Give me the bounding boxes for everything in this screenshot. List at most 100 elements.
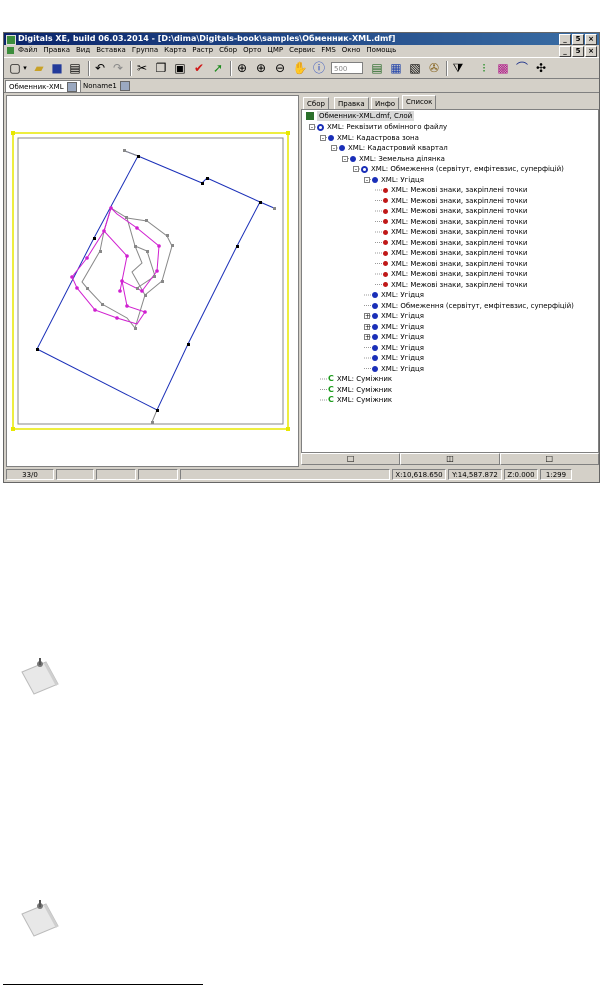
- cut-icon[interactable]: ✂: [134, 61, 150, 76]
- info-icon[interactable]: ⓘ: [311, 61, 327, 76]
- panel-button-middle[interactable]: ◫: [400, 453, 500, 465]
- close-button[interactable]: ×: [585, 34, 597, 45]
- undo-icon[interactable]: ↶: [92, 61, 108, 76]
- traffic-icon[interactable]: ⁝: [476, 61, 492, 76]
- tab-info[interactable]: Инфо: [371, 97, 400, 109]
- menu-raster[interactable]: Растр: [192, 45, 213, 56]
- tree-item[interactable]: - XML: Земельна ділянка: [342, 154, 445, 164]
- layers-icon[interactable]: ▤: [369, 61, 385, 76]
- raster-icon[interactable]: ▩: [495, 61, 511, 76]
- tree-item[interactable]: XML: Угідця: [372, 290, 424, 300]
- tree-item[interactable]: - XML: Кадастрова зона: [320, 133, 419, 143]
- check-icon[interactable]: ✔: [191, 61, 207, 76]
- add-layer-icon[interactable]: ⊕: [234, 61, 250, 76]
- tree-item[interactable]: - XML: Кадастровий квартал: [331, 143, 448, 153]
- filter-icon[interactable]: ⧩: [450, 61, 466, 76]
- menu-insert[interactable]: Вставка: [96, 45, 126, 56]
- maximize-button[interactable]: 5: [572, 34, 584, 45]
- collapse-icon[interactable]: -: [331, 145, 337, 152]
- tree-item[interactable]: C XML: Суміжник: [328, 385, 392, 395]
- menu-ortho[interactable]: Орто: [243, 45, 261, 56]
- scale-input[interactable]: 500: [331, 62, 363, 74]
- tree-item[interactable]: XML: Межові знаки, закріплені точки: [383, 238, 527, 248]
- tree-item[interactable]: - XML: Обмеження (сервітут, емфітевзис, с…: [353, 164, 564, 174]
- tree-item[interactable]: XML: Межові знаки, закріплені точки: [383, 259, 527, 269]
- properties-icon[interactable]: ▧: [407, 61, 423, 76]
- open-icon[interactable]: ▰: [31, 61, 47, 76]
- tab-close-icon[interactable]: [66, 82, 77, 92]
- snap-icon[interactable]: ✣: [533, 61, 549, 76]
- status-y-value: Y:14,587.872: [452, 471, 498, 479]
- collapse-icon[interactable]: -: [342, 155, 348, 162]
- expand-icon[interactable]: +: [364, 313, 370, 320]
- tree-item-label: XML: Межові знаки, закріплені точки: [391, 196, 528, 205]
- tab-sbor[interactable]: Сбор: [303, 97, 329, 109]
- tree-item[interactable]: XML: Угідця: [372, 353, 424, 363]
- tree-item[interactable]: XML: Межові знаки, закріплені точки: [383, 217, 527, 227]
- menu-group[interactable]: Группа: [132, 45, 158, 56]
- tree-item[interactable]: + XML: Угідця: [364, 332, 424, 342]
- menu-dem[interactable]: ЦМР: [267, 45, 283, 56]
- hand-icon[interactable]: ✋: [292, 61, 308, 76]
- tree-item[interactable]: XML: Межові знаки, закріплені точки: [383, 248, 527, 258]
- menu-file[interactable]: Файл: [18, 45, 37, 56]
- tree-item[interactable]: + XML: Угідця: [364, 311, 424, 321]
- collapse-icon[interactable]: -: [364, 176, 370, 183]
- tools-icon[interactable]: ✇: [426, 61, 442, 76]
- menu-service[interactable]: Сервис: [289, 45, 315, 56]
- save-icon[interactable]: ■: [49, 61, 65, 76]
- menu-map[interactable]: Карта: [164, 45, 186, 56]
- redo-arrow-icon[interactable]: ➚: [210, 61, 226, 76]
- copy-icon[interactable]: ❐: [153, 61, 169, 76]
- doc-close-button[interactable]: ×: [585, 46, 597, 57]
- tree-item[interactable]: XML: Межові знаки, закріплені точки: [383, 227, 527, 237]
- collapse-icon[interactable]: -: [309, 124, 315, 131]
- tree-item[interactable]: XML: Межові знаки, закріплені точки: [383, 206, 527, 216]
- object-tree[interactable]: Обменник-XML.dmf, Слой - XML: Реквізити о…: [301, 109, 599, 453]
- tab-pravka[interactable]: Правка: [334, 97, 369, 109]
- menu-fms[interactable]: FMS: [321, 45, 336, 56]
- tree-item[interactable]: - XML: Угідця: [364, 175, 424, 185]
- tree-item[interactable]: XML: Межові знаки, закріплені точки: [383, 280, 527, 290]
- menu-view[interactable]: Вид: [76, 45, 90, 56]
- tree-item[interactable]: XML: Межові знаки, закріплені точки: [383, 185, 527, 195]
- tab-obmennik-xml[interactable]: Обменник-XML: [5, 80, 81, 92]
- tree-item[interactable]: XML: Межові знаки, закріплені точки: [383, 196, 527, 206]
- expand-icon[interactable]: +: [364, 323, 370, 330]
- doc-minimize-button[interactable]: _: [559, 46, 571, 57]
- tree-item[interactable]: C XML: Суміжник: [328, 395, 392, 405]
- zoom-in-icon[interactable]: ⊕: [253, 61, 269, 76]
- curve-icon[interactable]: ⌒: [514, 61, 530, 76]
- tree-root[interactable]: Обменник-XML.dmf, Слой: [306, 111, 415, 121]
- tree-item[interactable]: C XML: Суміжник: [328, 374, 392, 384]
- zoom-out-icon[interactable]: ⊖: [272, 61, 288, 76]
- collapse-icon[interactable]: -: [353, 166, 359, 173]
- tree-item[interactable]: XML: Угідця: [372, 364, 424, 374]
- paste-icon[interactable]: ▣: [172, 61, 188, 76]
- menu-edit[interactable]: Правка: [43, 45, 70, 56]
- tab-close-icon[interactable]: [119, 81, 130, 91]
- expand-icon[interactable]: +: [364, 334, 370, 341]
- tree-item[interactable]: - XML: Реквізити обмінного файлу: [309, 122, 447, 132]
- redo-icon[interactable]: ↷: [110, 61, 126, 76]
- tree-item[interactable]: XML: Межові знаки, закріплені точки: [383, 269, 527, 279]
- boundary-mark-icon: [383, 198, 388, 203]
- menu-help[interactable]: Помощь: [366, 45, 396, 56]
- minimize-button[interactable]: _: [559, 34, 571, 45]
- tree-item[interactable]: + XML: Угідця: [364, 322, 424, 332]
- print-icon[interactable]: ▤: [67, 61, 83, 76]
- map-canvas[interactable]: [7, 96, 298, 466]
- menu-window[interactable]: Окно: [342, 45, 361, 56]
- tree-item[interactable]: XML: Обмеження (сервітут, емфітевзис, су…: [372, 301, 574, 311]
- doc-restore-button[interactable]: 5: [572, 46, 584, 57]
- tab-noname1[interactable]: Noname1: [80, 80, 133, 92]
- menu-collect[interactable]: Сбор: [219, 45, 237, 56]
- dropdown-icon[interactable]: ▾: [21, 61, 29, 76]
- panel-button-left[interactable]: □: [301, 453, 401, 465]
- collapse-icon[interactable]: -: [320, 134, 326, 141]
- panel-button-right[interactable]: □: [499, 453, 599, 465]
- tree-item[interactable]: XML: Угідця: [372, 343, 424, 353]
- map-view[interactable]: [6, 95, 299, 467]
- tab-spisok[interactable]: Список: [402, 95, 437, 109]
- table-icon[interactable]: ▦: [388, 61, 404, 76]
